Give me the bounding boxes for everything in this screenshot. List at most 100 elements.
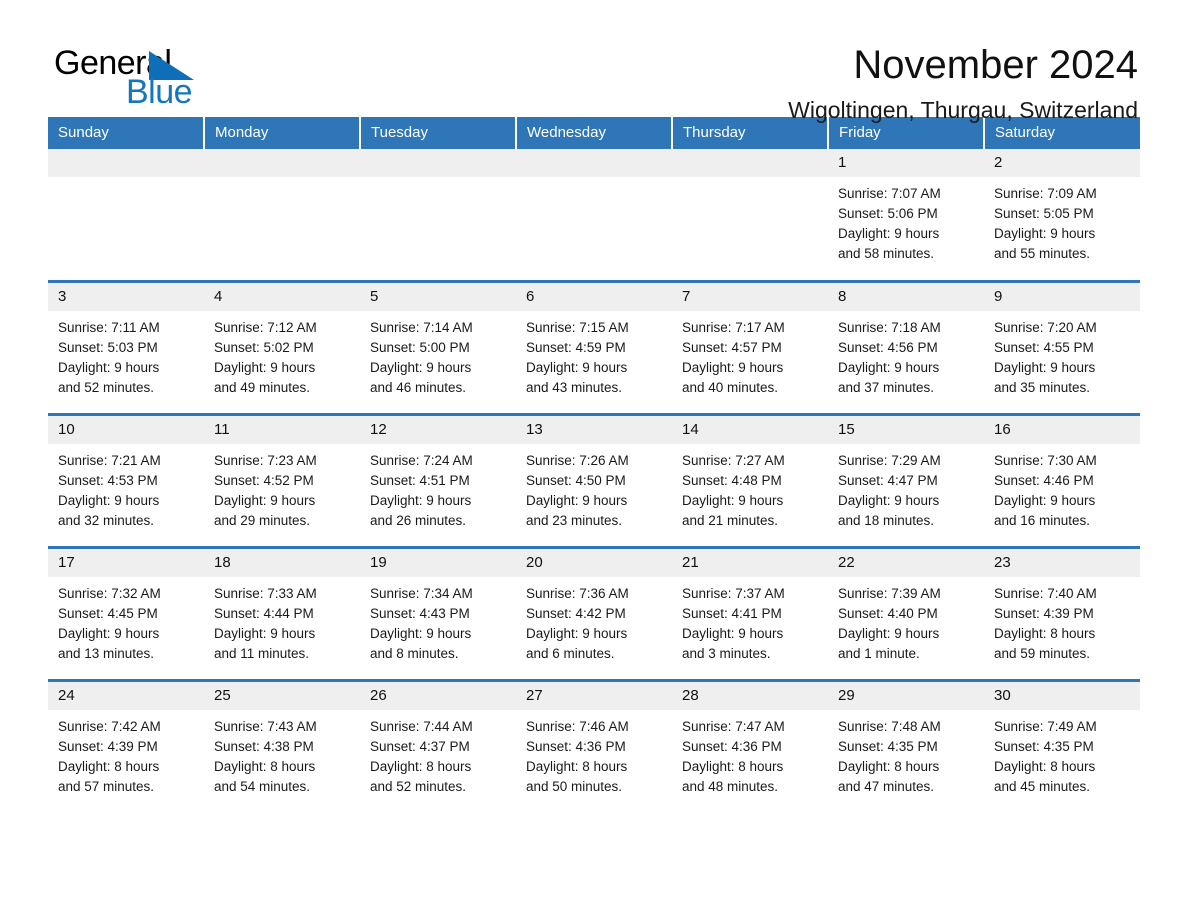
calendar-day-cell[interactable]: 8 Sunrise: 7:18 AM Sunset: 4:56 PM Daylight… <box>828 280 984 415</box>
calendar-day-cell[interactable]: 28 Sunrise: 7:47 AM Sunset: 4:36 PM Dayligh… <box>672 679 828 808</box>
page-header: General Blue November 2024 Wigoltingen, … <box>48 0 1140 123</box>
day-number: 20 <box>516 549 672 577</box>
calendar-day-cell[interactable]: 25 Sunrise: 7:43 AM Sunset: 4:38 PM Dayligh… <box>204 679 360 808</box>
day-number: 11 <box>204 416 360 444</box>
day-number: 3 <box>48 283 204 311</box>
daylight-text-cont: and 55 minutes. <box>994 246 1091 261</box>
sunrise-text: Sunrise: 7:37 AM <box>682 586 785 601</box>
sunset-text: Sunset: 4:38 PM <box>214 739 314 754</box>
sunset-text: Sunset: 4:52 PM <box>214 473 314 488</box>
sunrise-text: Sunrise: 7:43 AM <box>214 719 317 734</box>
day-details: Sunrise: 7:47 AM Sunset: 4:36 PM Daylight:… <box>672 710 828 808</box>
daylight-text-cont: and 43 minutes. <box>526 380 623 395</box>
calendar-day-cell[interactable]: 1 Sunrise: 7:07 AM Sunset: 5:06 PM Daylight… <box>828 149 984 282</box>
sunrise-text: Sunrise: 7:15 AM <box>526 320 629 335</box>
calendar-day-cell[interactable]: 20 Sunrise: 7:36 AM Sunset: 4:42 PM Dayligh… <box>516 546 672 681</box>
daylight-text-cont: and 21 minutes. <box>682 513 779 528</box>
daylight-text: Daylight: 9 hours <box>214 360 316 375</box>
weekday-header-monday: Monday <box>204 117 361 149</box>
day-number: 13 <box>516 416 672 444</box>
calendar-week-row: 17 Sunrise: 7:32 AM Sunset: 4:45 PM Dayligh… <box>48 546 1140 681</box>
daylight-text-cont: and 13 minutes. <box>58 646 155 661</box>
sunrise-text: Sunrise: 7:39 AM <box>838 586 941 601</box>
generalblue-logo[interactable]: General Blue <box>48 44 238 118</box>
calendar-day-cell[interactable]: 12 Sunrise: 7:24 AM Sunset: 4:51 PM Dayligh… <box>360 413 516 548</box>
day-details: Sunrise: 7:20 AM Sunset: 4:55 PM Daylight:… <box>984 311 1140 413</box>
calendar-day-cell[interactable]: 21 Sunrise: 7:37 AM Sunset: 4:41 PM Dayligh… <box>672 546 828 681</box>
day-number: 4 <box>204 283 360 311</box>
day-number <box>204 149 360 177</box>
day-details: Sunrise: 7:15 AM Sunset: 4:59 PM Daylight:… <box>516 311 672 413</box>
calendar-day-cell[interactable]: 15 Sunrise: 7:29 AM Sunset: 4:47 PM Dayligh… <box>828 413 984 548</box>
sunset-text: Sunset: 4:39 PM <box>58 739 158 754</box>
sunrise-text: Sunrise: 7:09 AM <box>994 186 1097 201</box>
day-details: Sunrise: 7:17 AM Sunset: 4:57 PM Daylight:… <box>672 311 828 413</box>
calendar-week-row: 10 Sunrise: 7:21 AM Sunset: 4:53 PM Dayligh… <box>48 413 1140 548</box>
daylight-text: Daylight: 9 hours <box>58 493 160 508</box>
calendar-day-cell[interactable]: 5 Sunrise: 7:14 AM Sunset: 5:00 PM Daylight… <box>360 280 516 415</box>
sunrise-text: Sunrise: 7:21 AM <box>58 453 161 468</box>
page-subtitle: Wigoltingen, Thurgau, Switzerland <box>788 97 1138 123</box>
day-number: 1 <box>828 149 984 177</box>
daylight-text: Daylight: 8 hours <box>994 626 1096 641</box>
calendar-day-cell[interactable]: 4 Sunrise: 7:12 AM Sunset: 5:02 PM Daylight… <box>204 280 360 415</box>
day-number: 30 <box>984 682 1140 710</box>
sunset-text: Sunset: 5:00 PM <box>370 340 470 355</box>
daylight-text-cont: and 26 minutes. <box>370 513 467 528</box>
daylight-text: Daylight: 8 hours <box>58 759 160 774</box>
daylight-text: Daylight: 8 hours <box>838 759 940 774</box>
daylight-text: Daylight: 9 hours <box>994 493 1096 508</box>
daylight-text-cont: and 46 minutes. <box>370 380 467 395</box>
day-details: Sunrise: 7:18 AM Sunset: 4:56 PM Daylight:… <box>828 311 984 413</box>
calendar-day-cell[interactable]: 30 Sunrise: 7:49 AM Sunset: 4:35 PM Dayligh… <box>984 679 1140 808</box>
calendar-day-cell[interactable]: 22 Sunrise: 7:39 AM Sunset: 4:40 PM Dayligh… <box>828 546 984 681</box>
day-number <box>516 149 672 177</box>
daylight-text-cont: and 16 minutes. <box>994 513 1091 528</box>
daylight-text: Daylight: 9 hours <box>994 360 1096 375</box>
sunrise-text: Sunrise: 7:32 AM <box>58 586 161 601</box>
calendar-day-cell[interactable]: 2 Sunrise: 7:09 AM Sunset: 5:05 PM Daylight… <box>984 149 1140 282</box>
daylight-text-cont: and 52 minutes. <box>370 779 467 794</box>
day-number: 7 <box>672 283 828 311</box>
daylight-text-cont: and 32 minutes. <box>58 513 155 528</box>
calendar-day-cell[interactable]: 19 Sunrise: 7:34 AM Sunset: 4:43 PM Dayligh… <box>360 546 516 681</box>
calendar-day-cell[interactable]: 27 Sunrise: 7:46 AM Sunset: 4:36 PM Dayligh… <box>516 679 672 808</box>
daylight-text-cont: and 6 minutes. <box>526 646 615 661</box>
day-number: 25 <box>204 682 360 710</box>
daylight-text-cont: and 59 minutes. <box>994 646 1091 661</box>
calendar-day-cell[interactable]: 26 Sunrise: 7:44 AM Sunset: 4:37 PM Dayligh… <box>360 679 516 808</box>
day-details: Sunrise: 7:29 AM Sunset: 4:47 PM Daylight:… <box>828 444 984 546</box>
day-details: Sunrise: 7:43 AM Sunset: 4:38 PM Daylight:… <box>204 710 360 808</box>
calendar-day-cell[interactable]: 11 Sunrise: 7:23 AM Sunset: 4:52 PM Dayligh… <box>204 413 360 548</box>
daylight-text-cont: and 1 minute. <box>838 646 920 661</box>
calendar-day-cell[interactable]: 13 Sunrise: 7:26 AM Sunset: 4:50 PM Dayligh… <box>516 413 672 548</box>
day-number: 16 <box>984 416 1140 444</box>
calendar-day-cell[interactable]: 16 Sunrise: 7:30 AM Sunset: 4:46 PM Dayligh… <box>984 413 1140 548</box>
day-details: Sunrise: 7:46 AM Sunset: 4:36 PM Daylight:… <box>516 710 672 808</box>
calendar-day-cell[interactable]: 7 Sunrise: 7:17 AM Sunset: 4:57 PM Daylight… <box>672 280 828 415</box>
day-number: 22 <box>828 549 984 577</box>
calendar-day-cell[interactable]: 23 Sunrise: 7:40 AM Sunset: 4:39 PM Dayligh… <box>984 546 1140 681</box>
calendar-day-cell[interactable]: 6 Sunrise: 7:15 AM Sunset: 4:59 PM Daylight… <box>516 280 672 415</box>
daylight-text: Daylight: 9 hours <box>838 626 940 641</box>
calendar-day-cell[interactable]: 9 Sunrise: 7:20 AM Sunset: 4:55 PM Daylight… <box>984 280 1140 415</box>
day-details: Sunrise: 7:12 AM Sunset: 5:02 PM Daylight:… <box>204 311 360 413</box>
daylight-text: Daylight: 9 hours <box>58 360 160 375</box>
daylight-text-cont: and 29 minutes. <box>214 513 311 528</box>
sunset-text: Sunset: 5:06 PM <box>838 206 938 221</box>
calendar-day-cell[interactable]: 24 Sunrise: 7:42 AM Sunset: 4:39 PM Dayligh… <box>48 679 204 808</box>
calendar-table: Sunday Monday Tuesday Wednesday Thursday… <box>48 117 1140 808</box>
calendar-day-cell[interactable]: 3 Sunrise: 7:11 AM Sunset: 5:03 PM Daylight… <box>48 280 204 415</box>
daylight-text: Daylight: 9 hours <box>838 493 940 508</box>
calendar-day-cell[interactable]: 17 Sunrise: 7:32 AM Sunset: 4:45 PM Dayligh… <box>48 546 204 681</box>
sunrise-text: Sunrise: 7:44 AM <box>370 719 473 734</box>
daylight-text-cont: and 54 minutes. <box>214 779 311 794</box>
calendar-day-cell[interactable]: 29 Sunrise: 7:48 AM Sunset: 4:35 PM Dayligh… <box>828 679 984 808</box>
weekday-header-wednesday: Wednesday <box>516 117 673 149</box>
calendar-day-cell[interactable]: 10 Sunrise: 7:21 AM Sunset: 4:53 PM Dayligh… <box>48 413 204 548</box>
sunset-text: Sunset: 4:51 PM <box>370 473 470 488</box>
calendar-day-cell[interactable]: 14 Sunrise: 7:27 AM Sunset: 4:48 PM Dayligh… <box>672 413 828 548</box>
calendar-day-cell[interactable]: 18 Sunrise: 7:33 AM Sunset: 4:44 PM Dayligh… <box>204 546 360 681</box>
daylight-text: Daylight: 8 hours <box>994 759 1096 774</box>
day-details: Sunrise: 7:42 AM Sunset: 4:39 PM Daylight:… <box>48 710 204 808</box>
